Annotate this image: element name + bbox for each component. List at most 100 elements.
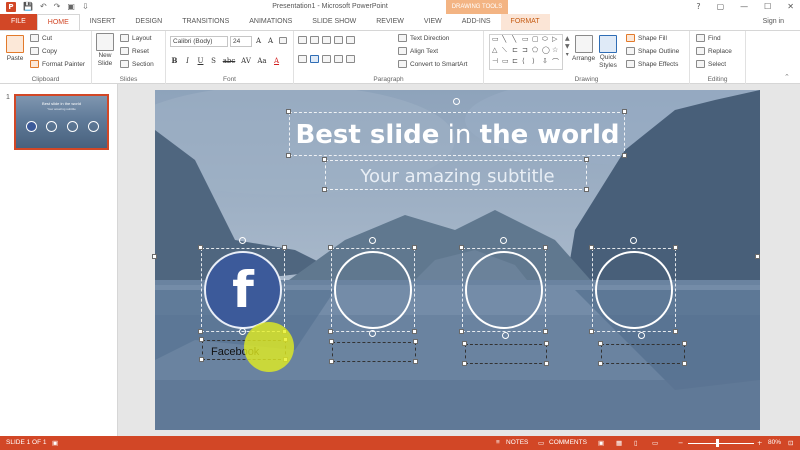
resize-handle[interactable] — [598, 341, 603, 346]
resize-handle[interactable] — [199, 357, 204, 362]
tab-view[interactable]: VIEW — [414, 14, 452, 30]
align-right-icon[interactable] — [322, 55, 331, 63]
resize-handle[interactable] — [459, 329, 464, 334]
tab-file[interactable]: FILE — [0, 14, 37, 30]
resize-handle[interactable] — [322, 187, 327, 192]
resize-handle[interactable] — [682, 341, 687, 346]
shape-elbow-2[interactable]: ⊐ — [522, 46, 532, 57]
tab-home[interactable]: HOME — [36, 14, 80, 30]
bullets-icon[interactable] — [298, 36, 307, 44]
shape-connector[interactable]: ⟍ — [502, 46, 512, 57]
circle-3[interactable] — [465, 251, 543, 329]
slide-sorter-icon[interactable]: ▦ — [616, 439, 622, 447]
increase-indent-icon[interactable] — [334, 36, 343, 44]
replace-button[interactable]: Replace — [696, 47, 732, 55]
resize-handle[interactable] — [544, 341, 549, 346]
resize-handle[interactable] — [286, 109, 291, 114]
shapes-gallery-scroll[interactable]: ▲ ▼ ▾ — [565, 35, 570, 58]
bold-button[interactable]: B — [170, 56, 179, 65]
shape-fill-button[interactable]: Shape Fill — [626, 34, 667, 42]
notes-button[interactable]: NOTES — [506, 439, 528, 446]
minimize-button[interactable]: — — [740, 2, 748, 11]
resize-handle[interactable] — [584, 187, 589, 192]
shape-rectangle[interactable]: ▭ — [522, 35, 532, 46]
cut-button[interactable]: Cut — [30, 34, 52, 42]
resize-handle[interactable] — [462, 361, 467, 366]
tab-transitions[interactable]: TRANSITIONS — [172, 14, 239, 30]
tab-design[interactable]: DESIGN — [125, 14, 172, 30]
slide-canvas[interactable]: Best slide in the world Your amazing sub… — [155, 90, 760, 430]
italic-button[interactable]: I — [183, 57, 192, 65]
resize-handle[interactable] — [543, 245, 548, 250]
title-rotate-handle[interactable] — [453, 98, 460, 105]
help-button[interactable]: ? — [696, 2, 700, 11]
shape-down-arrow[interactable]: ⇩ — [542, 57, 552, 68]
select-button[interactable]: Select — [696, 60, 726, 68]
resize-handle[interactable] — [682, 361, 687, 366]
zoom-slider-thumb[interactable] — [716, 439, 719, 447]
decrease-indent-icon[interactable] — [322, 36, 331, 44]
shape-arrow[interactable]: ╲ — [512, 35, 522, 46]
resize-handle[interactable] — [622, 109, 627, 114]
zoom-level[interactable]: 80% — [768, 439, 781, 446]
label-textbox-3[interactable] — [465, 344, 547, 364]
sign-in-link[interactable]: Sign in — [763, 18, 784, 25]
justify-icon[interactable] — [334, 55, 343, 63]
quick-styles-button[interactable]: Quick Styles — [599, 35, 617, 69]
shape-brace-left[interactable]: ⟨ — [522, 57, 532, 68]
slide-subtitle[interactable]: Your amazing subtitle — [155, 166, 760, 187]
paste-button[interactable]: Paste — [6, 35, 24, 62]
resize-handle[interactable] — [412, 329, 417, 334]
slide-title[interactable]: Best slide in the world — [155, 120, 760, 150]
tab-review[interactable]: REVIEW — [366, 14, 414, 30]
shape-rounded-rectangle[interactable]: ▢ — [532, 35, 542, 46]
align-center-icon[interactable] — [310, 55, 319, 63]
shape-effects-button[interactable]: Shape Effects — [626, 60, 678, 68]
close-button[interactable]: ✕ — [787, 2, 794, 11]
tab-slide-show[interactable]: SLIDE SHOW — [302, 14, 366, 30]
resize-handle[interactable] — [543, 329, 548, 334]
shape-bracket[interactable]: ⊣ — [492, 57, 502, 68]
rotate-handle[interactable] — [239, 237, 246, 244]
shape-textbox[interactable]: ▭ — [492, 35, 502, 46]
shape-brace-right[interactable]: ⟩ — [532, 57, 542, 68]
tab-format[interactable]: FORMAT — [500, 14, 550, 30]
align-left-icon[interactable] — [298, 55, 307, 63]
shape-outline-button[interactable]: Shape Outline — [626, 47, 679, 55]
align-text-button[interactable]: Align Text — [398, 47, 438, 55]
normal-view-icon[interactable]: ▣ — [598, 439, 604, 447]
shape-rect-2[interactable]: ▭ — [502, 57, 512, 68]
font-family-dropdown[interactable]: Calibri (Body) — [170, 36, 228, 47]
rotate-handle[interactable] — [638, 332, 645, 339]
resize-handle[interactable] — [286, 153, 291, 158]
ribbon-display-button[interactable]: ▢ — [717, 2, 725, 11]
fit-slide-icon[interactable]: ⊡ — [788, 439, 793, 447]
resize-handle[interactable] — [198, 245, 203, 250]
clear-formatting-icon[interactable] — [279, 37, 287, 44]
font-color-button[interactable]: A — [272, 57, 281, 65]
columns-icon[interactable] — [346, 55, 355, 63]
rotate-handle[interactable] — [239, 328, 246, 335]
resize-handle[interactable] — [413, 339, 418, 344]
rotate-handle[interactable] — [369, 330, 376, 337]
resize-handle[interactable] — [584, 157, 589, 162]
rotate-handle[interactable] — [630, 237, 637, 244]
resize-handle[interactable] — [622, 153, 627, 158]
slideshow-view-icon[interactable]: ▭ — [652, 439, 658, 447]
tab-animations[interactable]: ANIMATIONS — [239, 14, 302, 30]
slide-thumbnail-1[interactable]: Best slide in the world Your amazing sub… — [14, 94, 109, 150]
shape-circle[interactable]: ◯ — [542, 46, 552, 57]
numbering-icon[interactable] — [310, 36, 319, 44]
resize-handle[interactable] — [589, 329, 594, 334]
resize-handle[interactable] — [412, 245, 417, 250]
facebook-circle[interactable]: f — [204, 251, 282, 329]
change-case-button[interactable]: Aa — [256, 57, 268, 65]
shape-triangle-right[interactable]: ▷ — [552, 35, 562, 46]
resize-handle[interactable] — [328, 245, 333, 250]
character-spacing-button[interactable]: AV — [240, 57, 252, 65]
shape-star[interactable]: ☆ — [552, 46, 562, 57]
new-slide-button[interactable]: New Slide — [96, 33, 114, 67]
resize-handle[interactable] — [282, 245, 287, 250]
collapse-ribbon-icon[interactable]: ⌃ — [784, 73, 790, 81]
resize-handle[interactable] — [328, 329, 333, 334]
